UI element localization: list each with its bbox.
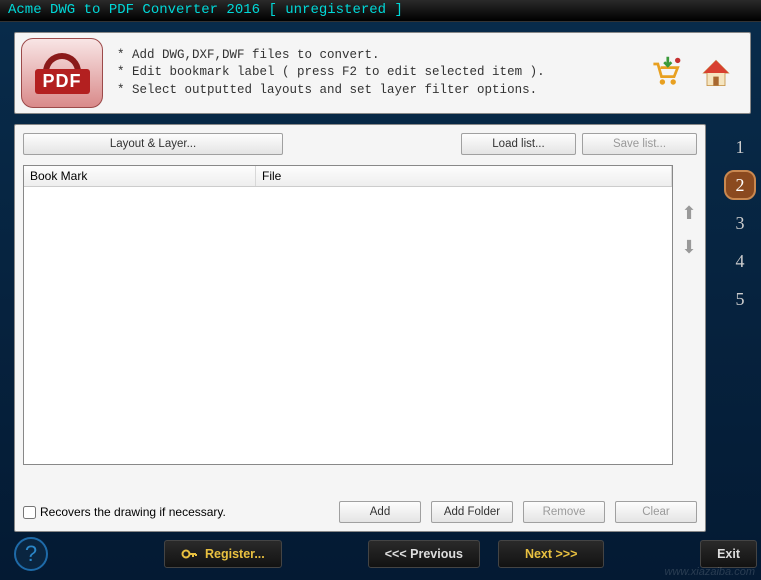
- move-up-button[interactable]: ⬆: [679, 203, 699, 225]
- key-icon: [181, 546, 197, 562]
- header-icons: [646, 53, 750, 93]
- recover-checkbox[interactable]: [23, 506, 36, 519]
- exit-button[interactable]: Exit: [700, 540, 757, 568]
- add-button[interactable]: Add: [339, 501, 421, 523]
- tip-line: * Add DWG,DXF,DWF files to convert.: [117, 47, 646, 65]
- header-panel: PDF * Add DWG,DXF,DWF files to convert. …: [14, 32, 751, 114]
- remove-button[interactable]: Remove: [523, 501, 605, 523]
- step-2[interactable]: 2: [724, 170, 756, 200]
- move-down-button[interactable]: ⬇: [679, 237, 699, 259]
- cart-icon[interactable]: [646, 53, 686, 93]
- app-frame: PDF * Add DWG,DXF,DWF files to convert. …: [0, 22, 761, 580]
- step-5[interactable]: 5: [724, 284, 756, 314]
- file-list[interactable]: Book Mark File: [23, 165, 673, 465]
- tip-line: * Select outputted layouts and set layer…: [117, 82, 646, 100]
- previous-button[interactable]: <<< Previous: [368, 540, 480, 568]
- recover-checkbox-label[interactable]: Recovers the drawing if necessary.: [23, 505, 329, 519]
- step-3[interactable]: 3: [724, 208, 756, 238]
- app-logo: PDF: [21, 38, 103, 108]
- help-button[interactable]: ?: [14, 537, 48, 571]
- pdf-label: PDF: [35, 69, 90, 94]
- list-header: Book Mark File: [24, 166, 672, 187]
- step-4[interactable]: 4: [724, 246, 756, 276]
- next-button[interactable]: Next >>>: [498, 540, 604, 568]
- layout-layer-button[interactable]: Layout & Layer...: [23, 133, 283, 155]
- top-toolbar: Layout & Layer... Load list... Save list…: [15, 125, 705, 163]
- tips-text: * Add DWG,DXF,DWF files to convert. * Ed…: [109, 47, 646, 100]
- main-panel: Layout & Layer... Load list... Save list…: [14, 124, 706, 532]
- register-button[interactable]: Register...: [164, 540, 282, 568]
- column-file[interactable]: File: [256, 166, 672, 186]
- footer-bar: ? Register... <<< Previous Next >>> Exit: [14, 534, 757, 574]
- window-titlebar: Acme DWG to PDF Converter 2016 [ unregis…: [0, 0, 761, 22]
- step-sidebar: 1 2 3 4 5: [719, 124, 761, 322]
- home-icon[interactable]: [696, 53, 736, 93]
- clear-button[interactable]: Clear: [615, 501, 697, 523]
- save-list-button[interactable]: Save list...: [582, 133, 697, 155]
- recover-label-text: Recovers the drawing if necessary.: [40, 505, 226, 519]
- column-bookmark[interactable]: Book Mark: [24, 166, 256, 186]
- load-list-button[interactable]: Load list...: [461, 133, 576, 155]
- window-title: Acme DWG to PDF Converter 2016 [ unregis…: [8, 2, 403, 18]
- register-label: Register...: [205, 547, 265, 561]
- step-1[interactable]: 1: [724, 132, 756, 162]
- add-folder-button[interactable]: Add Folder: [431, 501, 513, 523]
- bottom-toolbar: Recovers the drawing if necessary. Add A…: [23, 501, 697, 523]
- tip-line: * Edit bookmark label ( press F2 to edit…: [117, 64, 646, 82]
